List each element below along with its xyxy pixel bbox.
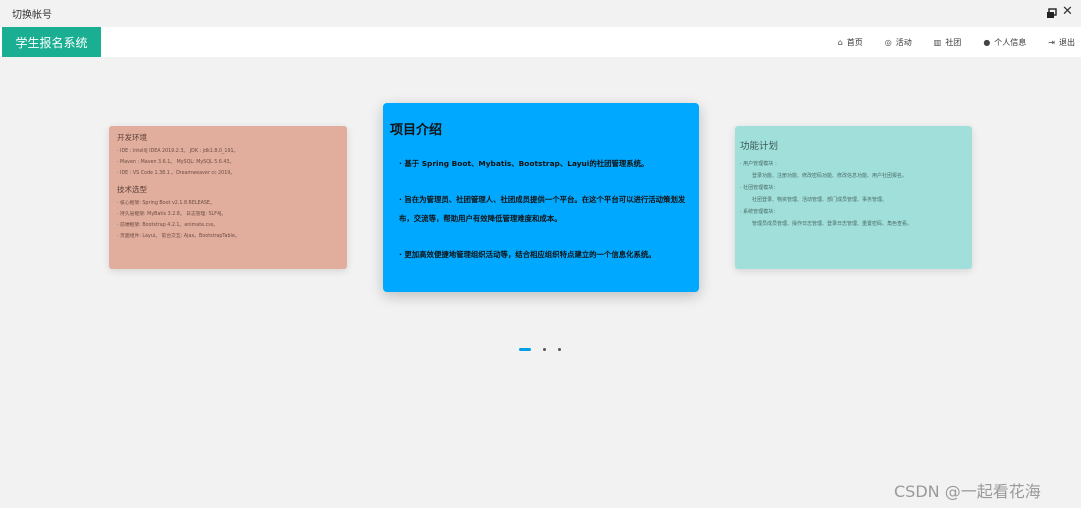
window-restore-icon[interactable] [1046,8,1057,19]
window-titlebar: 切换帐号 ✕ [0,0,1081,27]
feature-module-body: 管理员成员管理、操作日志管理、登录日志管理、重置密码、角色查看。 [752,221,913,227]
carousel-dot-1[interactable] [519,347,531,351]
logout-icon: ⇥ [1048,37,1055,47]
app-header: 学生报名系统 ⌂ 首页 ◎ 活动 ▥ 社团 ● 个人信息 ⇥ 退出 [0,27,1081,57]
carousel-indicator [519,346,561,352]
nav-activity[interactable]: ◎ 活动 [885,37,912,48]
nav-profile-label: 个人信息 [994,37,1027,47]
project-intro-card[interactable]: 项目介绍 · 基于 Spring Boot、Mybatis、Bootstrap、… [383,103,699,292]
nav-club[interactable]: ▥ 社团 [934,37,962,48]
nav-home[interactable]: ⌂ 首页 [838,37,863,48]
feature-plan-card[interactable]: 功能计划 · 用户管理模块 ： 登录功能、注册功能、修改密码功能、修改信息功能、… [735,126,972,269]
carousel-dot-2[interactable] [543,347,546,351]
project-intro-title: 项目介绍 [390,123,443,138]
tech-stack-line: · 核心框架: Spring Boot v2.1.8.RELEASE。 [117,201,215,206]
dev-env-title: 开发环境 [117,133,147,142]
feature-module-head: · 系统管理模块： [740,209,779,215]
app-brand[interactable]: 学生报名系统 [2,27,101,57]
nav-home-label: 首页 [846,37,863,47]
nav-activity-label: 活动 [895,37,912,47]
top-nav: ⌂ 首页 ◎ 活动 ▥ 社团 ● 个人信息 ⇥ 退出 [816,27,1075,57]
tech-stack-line: · 持久层框架: MyBatis 3.2.8。 日志管理: SLF4J。 [117,212,227,217]
project-intro-para: · 旨在为管理员、社团管理人、社团成员提供一个平台。在这个平台可以进行活动策划发… [399,195,686,223]
tech-stack-title: 技术选型 [117,185,147,194]
project-intro-para: · 基于 Spring Boot、Mybatis、Bootstrap、Layui… [399,159,649,168]
feature-module-body: 社团登录、物资管理、活动管理、部门成员管理、事务管理。 [752,197,888,203]
nav-logout[interactable]: ⇥ 退出 [1048,37,1075,48]
dev-env-line: · IDE : VS Code 1.38.1 。Dreamweaver cc 2… [117,171,236,176]
chart-icon: ▥ [933,37,942,47]
feature-plan-title: 功能计划 [740,141,779,152]
tech-stack-line: · 页面组件: Layui。 前台交互: Ajax。BootstrapTable… [117,234,240,239]
activity-icon: ◎ [884,37,892,47]
nav-club-label: 社团 [945,37,962,47]
close-icon[interactable]: ✕ [1062,4,1073,20]
feature-module-body: 登录功能、注册功能、修改密码功能、修改信息功能、用户社团报名。 [752,173,908,179]
dev-env-card[interactable]: 开发环境 · IDE : IntelliJ IDEA 2019.2.3。 JDK… [109,126,347,269]
nav-profile[interactable]: ● 个人信息 [983,37,1026,48]
carousel-dot-3[interactable] [558,347,561,351]
home-icon: ⌂ [837,37,843,47]
user-icon: ● [983,37,991,47]
feature-module-head: · 用户管理模块 ： [740,161,780,167]
watermark-text: CSDN @一起看花海 [894,482,1041,501]
project-intro-para: · 更加高效便捷地管理组织活动等，结合相应组织特点建立的一个信息化系统。 [399,250,656,259]
tech-stack-line: · 前端框架: Bootstrap 4.2.1。animate.css。 [117,223,218,228]
switch-account-link[interactable]: 切换帐号 [12,6,52,21]
feature-module-head: · 社团管理模块： [740,185,779,191]
intro-carousel: 开发环境 · IDE : IntelliJ IDEA 2019.2.3。 JDK… [0,57,1081,387]
nav-logout-label: 退出 [1059,37,1075,47]
dev-env-line: · IDE : IntelliJ IDEA 2019.2.3。 JDK : jd… [117,149,239,154]
dev-env-line: · Maven : Maven 3.6.1。 MySQL: MySQL 5.6.… [117,160,235,165]
